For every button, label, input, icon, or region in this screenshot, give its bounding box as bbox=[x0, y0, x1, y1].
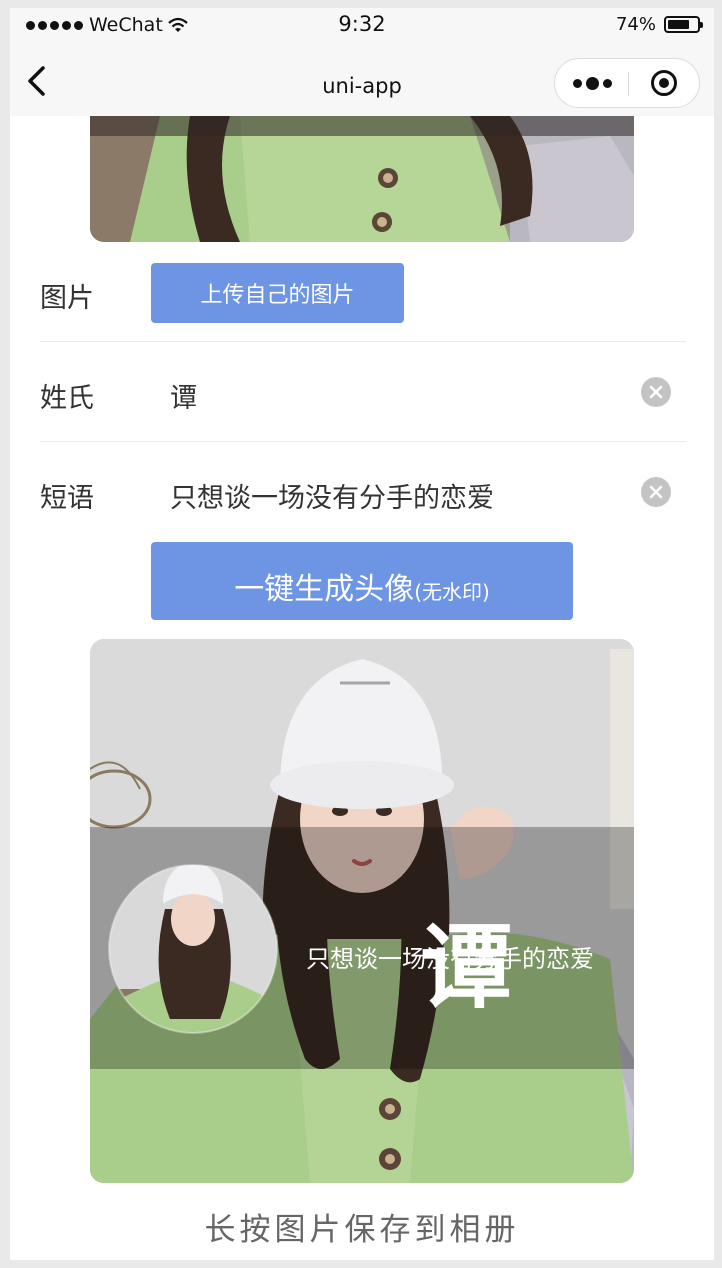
navigation-bar: uni-app bbox=[10, 44, 714, 116]
phrase-input[interactable]: 只想谈一场没有分手的恋爱 bbox=[170, 476, 494, 515]
upload-image-button[interactable]: 上传自己的图片 bbox=[151, 263, 404, 323]
surname-label: 姓氏 bbox=[40, 383, 94, 414]
generated-avatar-image[interactable]: 谭 只想谈一场没有分手的恋爱 bbox=[90, 639, 634, 1183]
save-image-hint: 长按图片保存到相册 bbox=[204, 1212, 520, 1248]
clear-circle-icon[interactable] bbox=[641, 377, 671, 407]
generated-avatar-art: 谭 只想谈一场没有分手的恋爱 bbox=[90, 639, 634, 1183]
template-photo-art bbox=[90, 116, 634, 242]
divider bbox=[40, 341, 686, 342]
clear-circle-icon[interactable] bbox=[641, 477, 671, 507]
avatar-phrase-overlay: 只想谈一场没有分手的恋爱 bbox=[306, 945, 594, 973]
phrase-label: 短语 bbox=[40, 483, 94, 514]
clock: 9:32 bbox=[338, 12, 386, 36]
battery-status: 74% bbox=[615, 14, 703, 35]
template-photo-preview[interactable] bbox=[90, 116, 634, 242]
battery-percent: 74% bbox=[615, 14, 656, 35]
mini-program-capsule bbox=[554, 58, 700, 108]
generate-button-sublabel: (无水印) bbox=[414, 580, 490, 604]
divider bbox=[40, 441, 686, 442]
phone-screen: WeChat 9:32 74% uni-app 图片 上传自己的图片 姓氏 谭 … bbox=[10, 8, 714, 1260]
status-bar: WeChat 9:32 74% bbox=[10, 8, 714, 44]
generate-button-label: 一键生成头像 bbox=[234, 572, 415, 607]
image-label: 图片 bbox=[40, 283, 94, 314]
more-dots-icon[interactable] bbox=[573, 77, 612, 90]
generate-avatar-button[interactable]: 一键生成头像 (无水印) bbox=[151, 542, 573, 620]
battery-icon bbox=[664, 16, 703, 33]
capsule-divider bbox=[628, 72, 629, 96]
surname-input[interactable]: 谭 bbox=[170, 376, 197, 415]
target-circle-icon[interactable] bbox=[650, 69, 678, 97]
